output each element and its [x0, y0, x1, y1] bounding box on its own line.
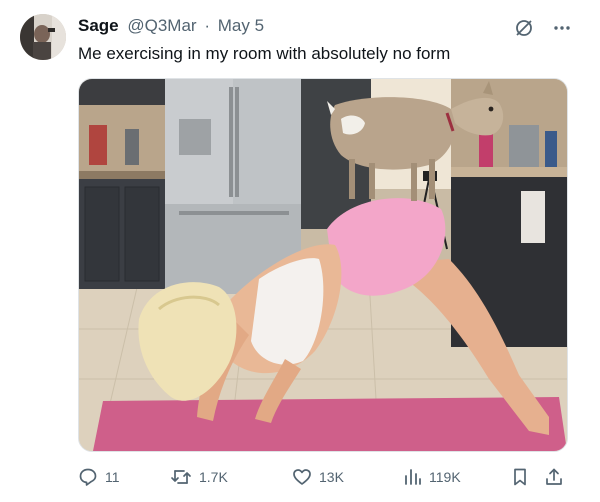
- author-name[interactable]: Sage: [78, 16, 119, 35]
- like-count: 13K: [319, 469, 344, 485]
- tweet-text: Me exercising in my room with absolutely…: [78, 44, 451, 63]
- header-actions: [514, 18, 572, 38]
- retweet-icon: [171, 470, 191, 484]
- share-button[interactable]: [544, 463, 564, 491]
- tweet-photo[interactable]: [78, 78, 568, 452]
- bookmark-icon: [514, 468, 526, 486]
- views-chart-icon: [405, 469, 421, 485]
- tweet-card[interactable]: Sage @Q3Mar · May 5 Me exercising in my …: [0, 0, 600, 502]
- bookmark-button[interactable]: [510, 463, 530, 491]
- retweet-count: 1.7K: [199, 469, 228, 485]
- avatar[interactable]: [20, 14, 66, 60]
- heart-icon: [293, 469, 311, 485]
- grok-icon[interactable]: [514, 18, 534, 38]
- retweet-button[interactable]: 1.7K: [170, 463, 228, 491]
- reply-count: 11: [105, 469, 120, 485]
- reply-button[interactable]: 11: [78, 463, 120, 491]
- share-icon: [546, 468, 562, 485]
- more-icon[interactable]: [552, 18, 572, 38]
- action-bar: 11 1.7K 13K 119K: [78, 463, 566, 491]
- separator-dot: ·: [204, 16, 210, 35]
- views-button[interactable]: 119K: [402, 463, 461, 491]
- like-button[interactable]: 13K: [292, 463, 344, 491]
- reply-icon: [79, 468, 97, 486]
- tweet-date[interactable]: May 5: [218, 16, 264, 35]
- author-handle[interactable]: @Q3Mar: [127, 16, 196, 35]
- tweet-header: Sage @Q3Mar · May 5: [78, 16, 264, 36]
- views-count: 119K: [429, 469, 461, 485]
